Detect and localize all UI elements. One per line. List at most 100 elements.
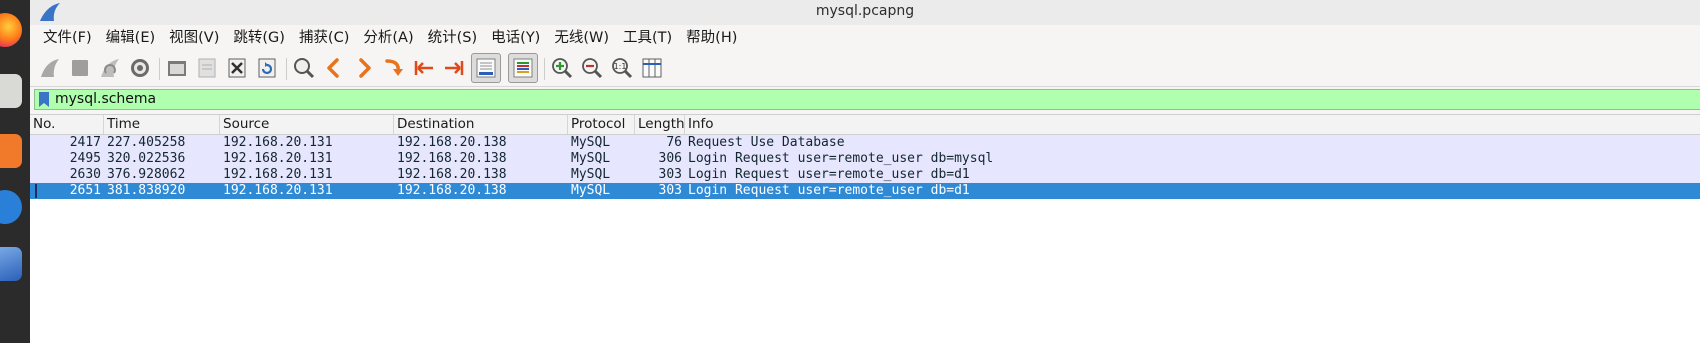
packet-destination: 192.168.20.138 <box>397 135 507 150</box>
packet-time: 320.022536 <box>107 151 186 166</box>
column-header-source[interactable]: Source <box>220 115 394 134</box>
packet-destination: 192.168.20.138 <box>397 167 507 182</box>
save-file-icon <box>198 58 216 78</box>
auto-scroll-button[interactable] <box>471 53 501 83</box>
menu-help[interactable]: 帮助(H) <box>679 25 744 52</box>
menu-capture[interactable]: 捕获(C) <box>292 25 356 52</box>
go-first-packet-button[interactable] <box>410 54 438 82</box>
packet-destination: 192.168.20.138 <box>397 151 507 166</box>
packet-info: Login Request user=remote_user db=mysql <box>688 151 994 166</box>
packet-source: 192.168.20.131 <box>223 135 333 150</box>
go-back-icon <box>327 58 339 78</box>
packet-length: 306 <box>658 151 682 166</box>
auto-scroll-icon <box>476 58 496 78</box>
packet-no: 2630 <box>69 167 101 182</box>
software-store-icon[interactable] <box>0 134 22 168</box>
help-icon[interactable] <box>0 190 22 224</box>
reload-file-button[interactable] <box>253 54 281 82</box>
toolbar-separator <box>286 58 287 80</box>
stop-capture-button[interactable] <box>66 54 94 82</box>
packet-length: 303 <box>658 167 682 182</box>
colorize-button[interactable] <box>508 53 538 83</box>
find-packet-icon <box>294 58 315 79</box>
packet-time: 376.928062 <box>107 167 186 182</box>
close-file-button[interactable] <box>223 54 251 82</box>
packet-protocol: MySQL <box>571 167 611 182</box>
resize-columns-icon <box>642 58 662 78</box>
column-header-length[interactable]: Length <box>635 115 685 134</box>
menu-file[interactable]: 文件(F) <box>30 25 99 52</box>
svg-text:1:1: 1:1 <box>614 62 627 71</box>
bookmark-icon[interactable] <box>38 92 50 107</box>
menu-statistics[interactable]: 统计(S) <box>421 25 485 52</box>
normal-size-icon: 1:1 <box>612 58 633 79</box>
wireshark-window: mysql.pcapng 文件(F) 编辑(E) 视图(V) 跳转(G) 捕获(… <box>30 0 1700 344</box>
menu-edit[interactable]: 编辑(E) <box>99 25 162 52</box>
title-bar: mysql.pcapng <box>30 0 1700 25</box>
column-header-protocol[interactable]: Protocol <box>568 115 635 134</box>
packet-row[interactable]: 2495 320.022536 192.168.20.131 192.168.2… <box>30 151 1700 167</box>
menu-telephony[interactable]: 电话(Y) <box>484 25 547 52</box>
display-filter-input[interactable]: mysql.schema <box>34 89 1700 110</box>
column-header-info[interactable]: Info <box>685 115 1700 134</box>
normal-size-button[interactable]: 1:1 <box>608 54 636 82</box>
go-last-packet-button[interactable] <box>440 54 468 82</box>
packet-info: Request Use Database <box>688 135 845 150</box>
go-forward-icon <box>359 58 371 78</box>
ubuntu-dock <box>0 0 30 343</box>
resize-columns-button[interactable] <box>638 54 666 82</box>
menu-tools[interactable]: 工具(T) <box>616 25 679 52</box>
open-file-icon <box>168 61 186 76</box>
packet-no: 2417 <box>69 135 101 150</box>
packet-protocol: MySQL <box>571 183 611 198</box>
menu-wireless[interactable]: 无线(W) <box>547 25 616 52</box>
zoom-out-icon <box>582 58 603 79</box>
firefox-icon[interactable] <box>0 13 22 47</box>
go-forward-button[interactable] <box>350 54 378 82</box>
packet-length: 303 <box>658 183 682 198</box>
packet-list[interactable]: No. Time Source Destination Protocol Len… <box>30 114 1700 344</box>
main-toolbar: 1:1 <box>30 52 1700 87</box>
start-capture-icon <box>41 59 59 77</box>
zoom-in-icon <box>552 58 573 79</box>
find-packet-button[interactable] <box>290 54 318 82</box>
go-to-packet-icon <box>385 59 403 76</box>
menu-view[interactable]: 视图(V) <box>162 25 226 52</box>
packet-time: 381.838920 <box>107 183 186 198</box>
column-header-time[interactable]: Time <box>104 115 220 134</box>
go-back-button[interactable] <box>320 54 348 82</box>
files-icon[interactable] <box>0 74 22 108</box>
restart-capture-button[interactable] <box>96 54 124 82</box>
reload-file-icon <box>258 58 276 78</box>
packet-protocol: MySQL <box>571 135 611 150</box>
packet-row[interactable]: 2630 376.928062 192.168.20.131 192.168.2… <box>30 167 1700 183</box>
wireshark-dock-icon[interactable] <box>0 247 22 281</box>
menu-go[interactable]: 跳转(G) <box>226 25 292 52</box>
start-capture-button[interactable] <box>36 54 64 82</box>
go-last-packet-icon <box>445 61 464 75</box>
open-file-button[interactable] <box>163 54 191 82</box>
capture-options-button[interactable] <box>126 54 154 82</box>
column-header-no[interactable]: No. <box>30 115 104 134</box>
colorize-icon <box>513 58 533 78</box>
menu-analyze[interactable]: 分析(A) <box>356 25 420 52</box>
close-file-icon <box>228 58 246 78</box>
column-header-destination[interactable]: Destination <box>394 115 568 134</box>
packet-row-selected[interactable]: 2651 381.838920 192.168.20.131 192.168.2… <box>30 183 1700 199</box>
go-to-packet-button[interactable] <box>380 54 408 82</box>
stop-capture-icon <box>72 60 88 76</box>
packet-destination: 192.168.20.138 <box>397 183 507 198</box>
capture-options-icon <box>131 59 149 77</box>
save-file-button[interactable] <box>193 54 221 82</box>
packet-info: Login Request user=remote_user db=d1 <box>688 167 970 182</box>
zoom-out-button[interactable] <box>578 54 606 82</box>
menu-bar: 文件(F) 编辑(E) 视图(V) 跳转(G) 捕获(C) 分析(A) 统计(S… <box>30 25 1700 52</box>
packet-no: 2651 <box>69 183 101 198</box>
toolbar-separator <box>159 58 160 80</box>
zoom-in-button[interactable] <box>548 54 576 82</box>
window-title: mysql.pcapng <box>815 3 915 19</box>
packet-row[interactable]: 2417 227.405258 192.168.20.131 192.168.2… <box>30 135 1700 151</box>
display-filter-text: mysql.schema <box>55 91 157 107</box>
packet-time: 227.405258 <box>107 135 186 150</box>
packet-protocol: MySQL <box>571 151 611 166</box>
